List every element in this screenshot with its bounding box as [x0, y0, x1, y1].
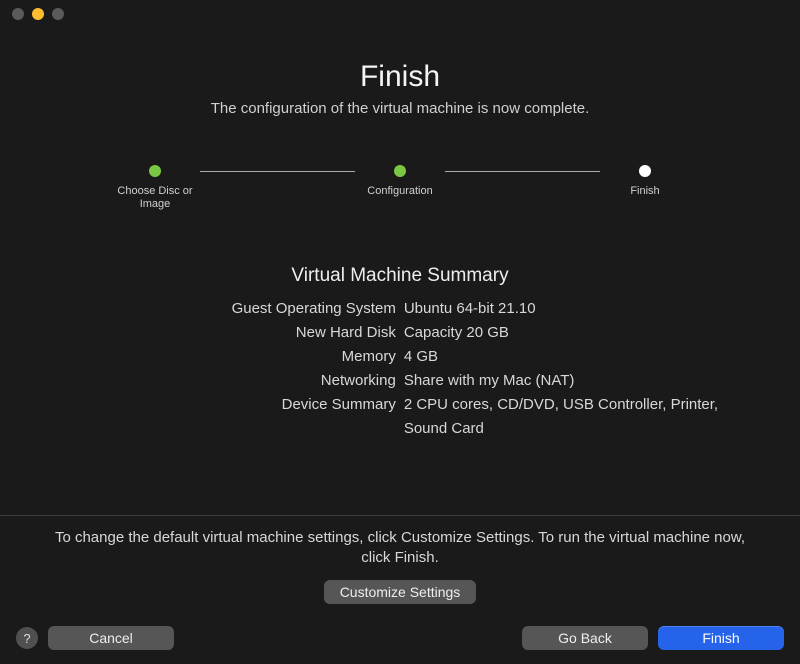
step-choose-disc: Choose Disc or Image [110, 165, 200, 211]
step-label: Configuration [367, 185, 432, 198]
summary-row-memory: Memory 4 GB [30, 345, 770, 369]
vm-summary: Virtual Machine Summary Guest Operating … [30, 265, 770, 441]
step-dot-icon [149, 165, 161, 177]
summary-row-disk: New Hard Disk Capacity 20 GB [30, 321, 770, 345]
customize-settings-button[interactable]: Customize Settings [324, 580, 477, 604]
maximize-window-icon[interactable] [52, 8, 64, 20]
step-label: Finish [630, 185, 659, 198]
help-button[interactable]: ? [16, 627, 38, 649]
summary-title: Virtual Machine Summary [30, 265, 770, 287]
divider [0, 515, 800, 516]
page-title: Finish [360, 60, 440, 94]
summary-label: Memory [30, 345, 396, 369]
summary-row-os: Guest Operating System Ubuntu 64-bit 21.… [30, 297, 770, 321]
main-content: Finish The configuration of the virtual … [0, 28, 800, 441]
footer-hint: To change the default virtual machine se… [50, 528, 750, 569]
step-connector [445, 171, 600, 172]
finish-button[interactable]: Finish [658, 626, 784, 650]
step-label: Choose Disc or Image [110, 185, 200, 211]
summary-value: 4 GB [404, 345, 770, 369]
summary-row-networking: Networking Share with my Mac (NAT) [30, 369, 770, 393]
summary-label: New Hard Disk [30, 321, 396, 345]
summary-value: Ubuntu 64-bit 21.10 [404, 297, 770, 321]
go-back-button[interactable]: Go Back [522, 626, 648, 650]
step-configuration: Configuration [355, 165, 445, 198]
summary-label: Guest Operating System [30, 297, 396, 321]
summary-row-devices: Device Summary 2 CPU cores, CD/DVD, USB … [30, 393, 770, 441]
step-connector [200, 171, 355, 172]
step-finish: Finish [600, 165, 690, 198]
summary-label: Device Summary [30, 393, 396, 441]
bottom-bar: ? Cancel Go Back Finish [0, 626, 800, 650]
summary-value: 2 CPU cores, CD/DVD, USB Controller, Pri… [404, 393, 770, 441]
summary-value: Share with my Mac (NAT) [404, 369, 770, 393]
customize-wrap: Customize Settings [0, 580, 800, 604]
window-titlebar [0, 0, 800, 28]
cancel-button[interactable]: Cancel [48, 626, 174, 650]
page-subtitle: The configuration of the virtual machine… [211, 100, 590, 117]
minimize-window-icon[interactable] [32, 8, 44, 20]
step-dot-icon [639, 165, 651, 177]
step-dot-icon [394, 165, 406, 177]
close-window-icon[interactable] [12, 8, 24, 20]
summary-label: Networking [30, 369, 396, 393]
summary-value: Capacity 20 GB [404, 321, 770, 345]
wizard-stepper: Choose Disc or Image Configuration Finis… [120, 165, 680, 211]
